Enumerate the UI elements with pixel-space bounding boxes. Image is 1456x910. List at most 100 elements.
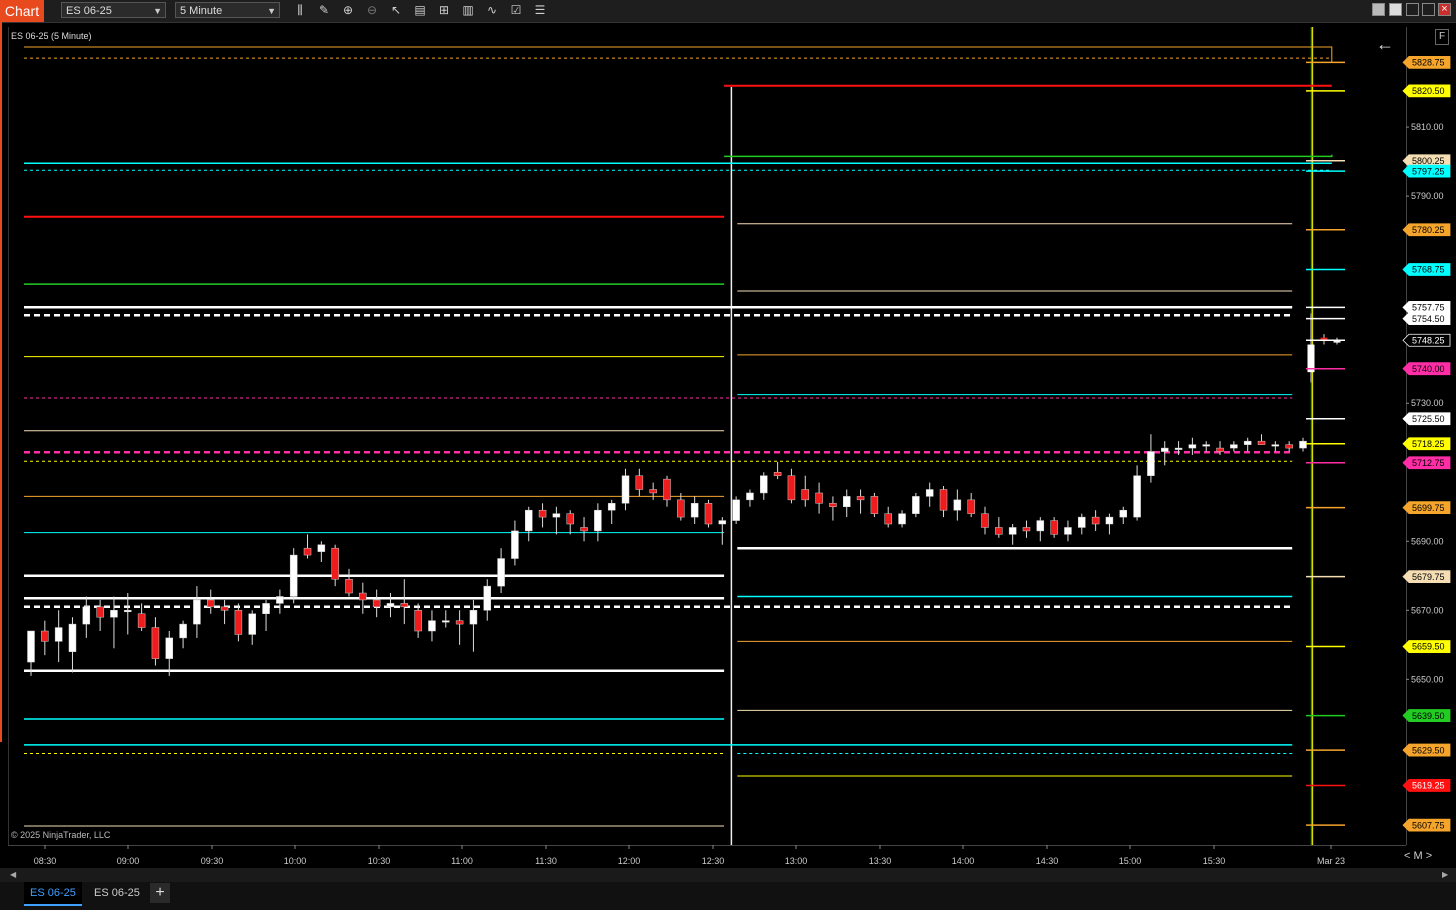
instrument-label: ES 06-25 (5 Minute) [11, 31, 92, 41]
candle-body [317, 544, 326, 552]
y-tick-label: 5690.00 [1411, 536, 1444, 546]
candle-body [1050, 520, 1058, 535]
candle-body [193, 599, 201, 625]
candle-body [455, 620, 464, 625]
price-marker-label: 5607.75 [1412, 820, 1445, 830]
candle-body [718, 520, 727, 525]
add-tab-button[interactable]: + [150, 883, 170, 903]
candle-body [303, 547, 312, 556]
copyright-label: © 2025 NinjaTrader, LLC [11, 830, 111, 840]
candle-body [248, 613, 256, 635]
back-arrow-icon[interactable]: ← [1376, 34, 1394, 55]
price-marker-label: 5780.25 [1412, 225, 1445, 235]
x-tick-label: 14:00 [952, 856, 975, 866]
candle-body [1119, 509, 1128, 518]
candle-body [1133, 475, 1141, 518]
candle-body [262, 603, 270, 615]
candle-body [677, 499, 685, 518]
chevron-left-icon[interactable]: < [1404, 850, 1410, 862]
chevron-right-icon[interactable]: > [1426, 850, 1432, 862]
candle-body [165, 637, 174, 659]
candle-body [981, 513, 989, 528]
x-tick-label: Mar 23 [1317, 856, 1345, 866]
candle-body [607, 503, 616, 511]
price-marker-label: 5712.75 [1412, 458, 1445, 468]
candle-body [206, 599, 215, 608]
candle-body [1160, 447, 1169, 452]
f-button[interactable]: F [1435, 29, 1449, 45]
price-marker-label: 5754.50 [1412, 314, 1445, 324]
candle-body [884, 513, 892, 525]
price-marker-label: 5748.25 [1412, 335, 1445, 345]
price-marker-label: 5800.25 [1412, 156, 1445, 166]
x-tick-label: 09:30 [201, 856, 224, 866]
x-tick-label: 08:30 [34, 856, 57, 866]
candle-body [1036, 520, 1045, 532]
candle-body [773, 471, 782, 476]
zoom-control[interactable]: < M > [1404, 850, 1432, 862]
candle-body [787, 475, 796, 501]
x-tick-label: 11:30 [535, 856, 557, 866]
candle-body [442, 620, 450, 623]
x-tick-label: 15:00 [1119, 856, 1142, 866]
candle-body [331, 547, 339, 580]
candle-body [552, 513, 561, 518]
level-line [24, 46, 1333, 63]
candle-body [967, 499, 975, 514]
candle-body [400, 603, 409, 608]
candle-body [1230, 444, 1238, 449]
chart-canvas: 5650.00 5670.00 5690.00 5730.00 5790.00 5810.… [24, 27, 1451, 866]
candle-body [732, 499, 740, 521]
candle-body [1333, 341, 1341, 343]
candle-body [1064, 527, 1072, 535]
candle-body [704, 503, 713, 525]
y-tick-label: 5730.00 [1411, 398, 1444, 408]
candle-body [386, 603, 395, 608]
candle-body [1299, 440, 1307, 449]
candle-body [898, 513, 906, 525]
tab-es-second[interactable]: ES 06-25 [88, 882, 146, 904]
price-marker-label: 5659.50 [1412, 642, 1445, 652]
price-marker-label: 5699.75 [1412, 503, 1445, 513]
candle-body [953, 499, 962, 511]
candle-body [635, 475, 644, 490]
candle-body [220, 606, 229, 611]
candle-body [82, 606, 91, 625]
y-tick-label: 5790.00 [1411, 191, 1444, 201]
candle-body [842, 496, 851, 508]
candle-body [1243, 440, 1252, 445]
candle-body [289, 554, 298, 597]
candle-body [566, 513, 574, 525]
candle-body [428, 620, 436, 632]
price-marker-label: 5679.75 [1412, 572, 1445, 582]
candle-body [870, 496, 879, 514]
price-marker-label: 5740.00 [1412, 364, 1445, 374]
candle-body [1202, 444, 1210, 447]
zoom-label[interactable]: M [1414, 850, 1423, 862]
candle-body [179, 623, 187, 639]
x-tick-label: 09:00 [117, 856, 140, 866]
candle-body [469, 610, 478, 625]
scroll-right-icon[interactable]: ▶ [1442, 870, 1448, 879]
candle-body [1216, 447, 1224, 452]
candle-body [1022, 527, 1031, 532]
price-marker-label: 5797.25 [1412, 166, 1445, 176]
level-line [724, 154, 1333, 158]
tab-es-active[interactable]: ES 06-25 [24, 882, 82, 906]
candle-body [41, 630, 49, 642]
candle-body [649, 489, 657, 494]
y-tick-label: 5650.00 [1411, 674, 1444, 684]
candle-body [359, 592, 367, 601]
price-marker-label: 5639.50 [1412, 711, 1445, 721]
candle-body [234, 610, 243, 635]
x-tick-label: 10:30 [368, 856, 391, 866]
scroll-left-icon[interactable]: ◀ [10, 870, 16, 879]
horizontal-scrollbar[interactable] [0, 868, 1456, 882]
candle-body [829, 503, 837, 508]
candle-body [1091, 516, 1100, 525]
x-tick-label: 13:00 [785, 856, 808, 866]
price-marker-label: 5619.25 [1412, 781, 1445, 791]
candle-body [939, 489, 948, 511]
candle-body [524, 509, 533, 532]
candle-body [276, 596, 284, 604]
